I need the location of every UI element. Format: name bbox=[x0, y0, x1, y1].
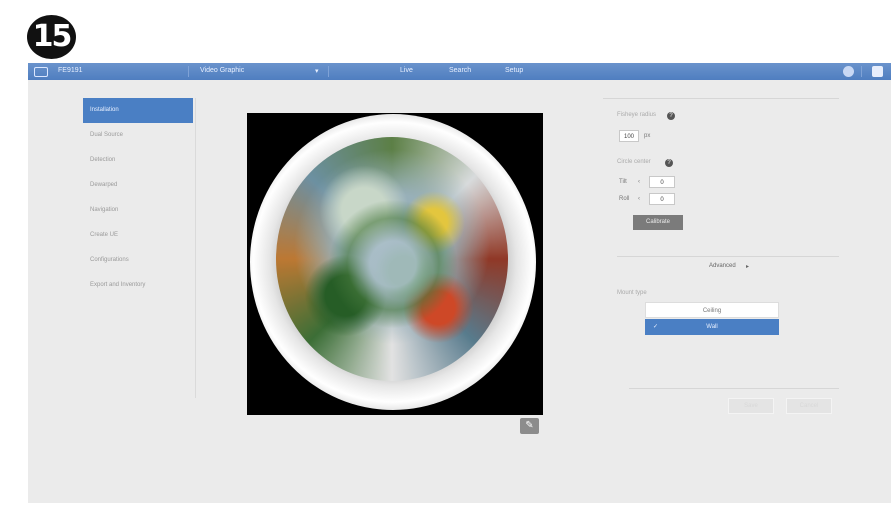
calibrate-button[interactable]: Calibrate bbox=[633, 215, 683, 230]
sidebar-item-installation[interactable]: Installation bbox=[83, 98, 193, 123]
tilt-stepper[interactable]: ‹ bbox=[638, 179, 640, 185]
sidebar-item-configurations[interactable]: Configurations bbox=[83, 248, 187, 273]
tilt-label: Tilt bbox=[619, 179, 627, 185]
advanced-toggle[interactable]: Advanced bbox=[709, 263, 736, 269]
mount-option-ceiling[interactable]: Ceiling bbox=[645, 302, 779, 318]
sidebar-item-dual-source[interactable]: Dual Source bbox=[83, 123, 187, 148]
center-label: Circle center bbox=[617, 159, 651, 165]
sidebar-item-export[interactable]: Export and Inventory bbox=[83, 273, 187, 298]
nav-setup[interactable]: Setup bbox=[505, 67, 523, 74]
gear-icon[interactable] bbox=[872, 66, 883, 77]
settings-panel: Fisheye radius ? 100 px Circle center ? … bbox=[603, 98, 839, 398]
mount-option-wall[interactable]: ✓ Wall bbox=[645, 319, 779, 335]
divider bbox=[188, 66, 189, 77]
tilt-input[interactable]: 0 bbox=[649, 176, 675, 188]
divider bbox=[617, 256, 839, 257]
divider bbox=[603, 98, 839, 99]
divider bbox=[861, 66, 862, 77]
fisheye-video-view[interactable] bbox=[247, 113, 543, 415]
radius-input[interactable]: 100 bbox=[619, 130, 639, 142]
sidebar: Installation Dual Source Detection Dewar… bbox=[83, 98, 196, 398]
roll-stepper[interactable]: ‹ bbox=[638, 196, 640, 202]
divider bbox=[629, 388, 839, 389]
divider bbox=[328, 66, 329, 77]
help-icon[interactable]: ? bbox=[665, 159, 673, 167]
pencil-icon[interactable]: ✎ bbox=[520, 418, 539, 434]
sidebar-item-detection[interactable]: Detection bbox=[83, 148, 187, 173]
sidebar-item-navigation[interactable]: Navigation bbox=[83, 198, 187, 223]
nav-live[interactable]: Live bbox=[400, 67, 413, 74]
device-name: FE9191 bbox=[58, 67, 83, 74]
sidebar-item-dewarped[interactable]: Dewarped bbox=[83, 173, 187, 198]
sidebar-item-create-ue[interactable]: Create UE bbox=[83, 223, 187, 248]
mount-label: Mount type bbox=[617, 290, 647, 296]
cancel-button[interactable]: Cancel bbox=[786, 398, 832, 414]
save-button[interactable]: Save bbox=[728, 398, 774, 414]
radius-label: Fisheye radius bbox=[617, 112, 657, 118]
check-icon: ✓ bbox=[653, 324, 659, 330]
radius-unit: px bbox=[644, 133, 651, 139]
step-number-badge: 15 bbox=[27, 15, 76, 59]
nav-search[interactable]: Search bbox=[449, 67, 471, 74]
user-icon[interactable] bbox=[843, 66, 854, 77]
top-bar: FE9191 Video Graphic ▾ Live Search Setup bbox=[28, 63, 891, 80]
camera-logo-icon bbox=[34, 67, 48, 77]
video-menu[interactable]: Video Graphic bbox=[200, 67, 244, 74]
roll-input[interactable]: 0 bbox=[649, 193, 675, 205]
roll-label: Roll bbox=[619, 196, 630, 202]
chevron-right-icon[interactable]: ▸ bbox=[746, 263, 749, 270]
app-window: FE9191 Video Graphic ▾ Live Search Setup… bbox=[28, 63, 891, 503]
help-icon[interactable]: ? bbox=[667, 112, 675, 120]
fisheye-center bbox=[328, 199, 458, 329]
option-label: Wall bbox=[706, 324, 718, 330]
option-label: Ceiling bbox=[702, 308, 722, 314]
chevron-down-icon[interactable]: ▾ bbox=[315, 67, 319, 75]
